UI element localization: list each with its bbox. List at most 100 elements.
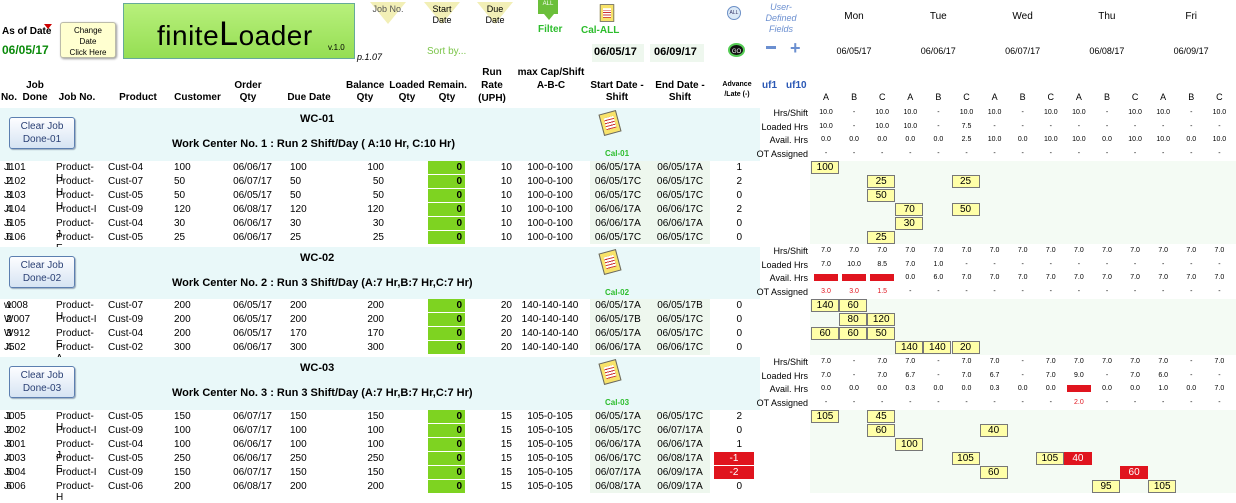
table-cell[interactable]: J006	[4, 481, 26, 492]
remain-qty: 0	[428, 326, 465, 340]
table-cell: 100-0-100	[527, 203, 573, 215]
gantt-cell: 20	[951, 340, 980, 354]
table-cell[interactable]: 06/07/17	[232, 425, 272, 436]
metric-cell: -	[852, 109, 856, 116]
table-cell[interactable]: 06/08/17	[232, 481, 272, 492]
as-of-date[interactable]: 06/05/17	[2, 43, 49, 57]
metric-cell: -	[1021, 358, 1024, 365]
table-cell: 0	[736, 424, 742, 436]
table-cell[interactable]: 06/08/17	[232, 204, 272, 215]
workcenter-band	[0, 357, 760, 410]
table-cell: 06/07/17A	[657, 424, 703, 436]
go-button[interactable]: GO	[728, 43, 745, 57]
table-cell[interactable]: J001	[4, 439, 26, 450]
table-cell: Cust-04	[108, 438, 144, 450]
table-cell[interactable]: W007	[4, 314, 30, 325]
range-start-date[interactable]: 06/05/17	[592, 44, 644, 62]
table-cell[interactable]: 06/07/17	[232, 467, 272, 478]
cal-all-label[interactable]: Cal-ALL	[581, 25, 619, 36]
table-cell: 06/08/17A	[657, 452, 703, 464]
table-cell[interactable]: 06/06/17	[232, 218, 272, 229]
metric-cell: 7.0	[849, 247, 859, 254]
table-cell: 06/05/17C	[594, 231, 642, 243]
table-cell: 200	[367, 300, 384, 311]
metric-cell: 7.0	[961, 247, 972, 254]
table-cell: 06/06/17A	[657, 438, 703, 450]
range-end-date[interactable]: 06/09/17	[650, 44, 704, 62]
workcenter-code: WC-01	[300, 113, 335, 125]
table-cell[interactable]: J104	[4, 204, 26, 215]
table-cell: Product-I	[56, 424, 97, 436]
remain-qty: 0	[428, 299, 465, 312]
metric-cell: 0.0	[1102, 136, 1112, 143]
metric-cell: 7.0	[1158, 274, 1169, 281]
remain-qty: 0	[428, 410, 465, 423]
clear-job-done-button[interactable]: Clear Job Done-02	[9, 256, 75, 288]
table-cell[interactable]: J105	[4, 218, 26, 229]
table-cell[interactable]: J102	[4, 176, 26, 187]
table-cell[interactable]: J101	[4, 162, 26, 173]
table-cell: 100	[290, 424, 307, 436]
workcenter-code: WC-03	[300, 362, 335, 374]
clear-job-done-button[interactable]: Clear Job Done-01	[9, 117, 75, 149]
table-cell[interactable]: J002	[4, 425, 26, 436]
table-cell[interactable]: 06/05/17	[232, 328, 272, 339]
workcenter-cal-label[interactable]: Cal-02	[605, 288, 629, 297]
clear-job-done-button[interactable]: Clear Job Done-03	[9, 366, 75, 398]
gantt-cell: 45	[867, 410, 896, 423]
table-cell: Cust-05	[108, 452, 144, 464]
table-cell[interactable]: J003	[4, 453, 26, 464]
table-cell[interactable]: W912	[4, 328, 30, 339]
filter-all-button[interactable]: ALL	[538, 0, 558, 14]
workcenter-cal-label[interactable]: Cal-01	[605, 149, 629, 158]
table-cell: 105-0-105	[527, 438, 573, 450]
calendar-all-icon[interactable]	[599, 4, 615, 22]
table-cell[interactable]: w008	[4, 300, 28, 311]
metric-cell: -	[1218, 149, 1221, 157]
table-cell[interactable]: 06/05/17	[232, 190, 272, 201]
collapse-minus-icon[interactable]	[766, 46, 776, 49]
table-cell[interactable]: 06/06/17	[232, 439, 272, 450]
table-cell[interactable]: 06/07/17	[232, 176, 272, 187]
table-cell: 150	[367, 411, 384, 422]
sort-start-label: Start Date	[432, 4, 452, 25]
table-cell[interactable]: J005	[4, 411, 26, 422]
col-max-cap: max Cap/Shift A-B-C	[517, 67, 585, 91]
table-cell: 300	[367, 341, 384, 353]
metric-cell: 10.0	[1043, 109, 1058, 116]
table-cell[interactable]: 06/06/17	[232, 342, 272, 353]
udf-all-icon[interactable]: ALL	[727, 6, 741, 20]
clear-job-l2: Done-02	[22, 273, 62, 284]
metric-cell: -	[1049, 122, 1052, 130]
table-cell: 25	[174, 231, 186, 243]
table-cell: 100-0-100	[527, 217, 573, 229]
table-cell: 06/07/17A	[595, 466, 641, 478]
table-cell[interactable]: 06/05/17	[232, 314, 272, 325]
change-date-button[interactable]: Change Date Click Here	[60, 22, 116, 58]
metric-cell: -	[881, 398, 884, 406]
metric-cell: -	[1190, 122, 1193, 130]
table-cell[interactable]: J106	[4, 232, 26, 243]
expand-plus-icon[interactable]: +	[790, 39, 802, 57]
metric-cell: -	[1021, 260, 1024, 268]
table-cell[interactable]: 06/06/17	[232, 232, 272, 243]
table-cell[interactable]: J502	[4, 342, 26, 353]
table-cell[interactable]: J004	[4, 467, 26, 478]
table-cell[interactable]: J103	[4, 190, 26, 201]
workcenter-cal-label[interactable]: Cal-03	[605, 398, 629, 407]
table-cell[interactable]: 06/05/17	[232, 300, 272, 311]
metric-cell: 7.0	[1214, 358, 1225, 365]
table-cell[interactable]: 06/06/17	[232, 453, 272, 464]
table-cell: 150	[174, 411, 191, 422]
table-cell: Cust-05	[108, 189, 144, 201]
filter-label: Filter	[538, 24, 563, 35]
metric-cell: -	[1133, 149, 1137, 157]
metric-cell: 7.0	[933, 247, 944, 254]
metric-cell: -	[1162, 398, 1165, 406]
metric-cell: -	[1190, 358, 1193, 365]
metric-cell: 7.0	[1158, 358, 1169, 365]
table-cell[interactable]: 06/06/17	[232, 162, 272, 173]
table-cell[interactable]: 06/07/17	[232, 411, 272, 422]
shift-header: A	[991, 92, 998, 102]
metric-cell: -	[937, 287, 940, 295]
